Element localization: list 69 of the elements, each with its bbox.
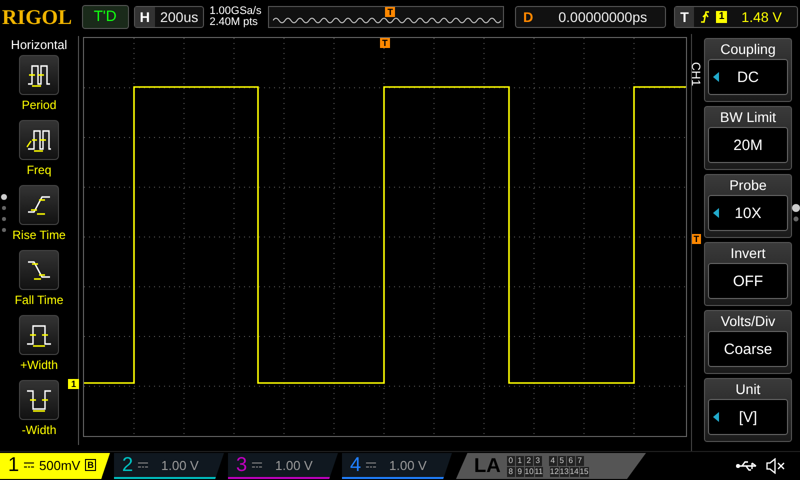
speaker-muted-icon <box>766 458 786 474</box>
trigger-source-badge: 1 <box>716 11 728 23</box>
menu-value: 20M <box>708 127 788 163</box>
run-status: T'D <box>82 5 129 29</box>
measure-button[interactable] <box>19 250 60 290</box>
menu-value: DC <box>708 59 788 95</box>
digital-channel-label: 11 <box>534 466 543 476</box>
measure-button[interactable] <box>19 55 60 95</box>
trigger-display[interactable]: T 1 1.48 V <box>674 6 798 28</box>
menu-value: [V] <box>708 399 788 435</box>
digital-channel-label: 1 <box>516 456 524 466</box>
measure-button[interactable] <box>19 120 60 160</box>
menu-softkey[interactable]: Coupling DC <box>704 38 792 102</box>
dc-coupling-icon <box>366 462 376 468</box>
digital-channel-label: 8 <box>506 466 515 476</box>
digital-channel-label: 2 <box>524 456 533 466</box>
digital-channel-label: 4 <box>548 456 557 466</box>
digital-channel-label: 12 <box>550 466 559 476</box>
measure-button[interactable] <box>19 185 60 225</box>
menu-value: Coarse <box>708 331 788 367</box>
menu-softkey[interactable]: Invert OFF <box>704 242 792 306</box>
digital-channel-label: 7 <box>576 456 584 466</box>
delay-display[interactable]: D 0.00000000ps <box>515 6 666 28</box>
measure-label: Freq <box>26 163 52 177</box>
menu-softkey[interactable]: BW Limit 20M <box>704 106 792 170</box>
measure-label: Period <box>22 98 56 112</box>
rising-edge-icon <box>700 10 710 24</box>
digital-channel-label: 15 <box>580 466 589 476</box>
page-dots-icon <box>1 194 7 234</box>
channel-tab[interactable]: 4 1.00 V <box>342 453 452 479</box>
channel-tab[interactable]: 1 500mV B <box>0 453 110 479</box>
channel-offset-marker: 1 <box>68 379 80 389</box>
measure-label: Fall Time <box>14 293 64 307</box>
page-dots-icon <box>792 204 800 224</box>
channel-tab[interactable]: 2 1.00 V <box>114 453 224 479</box>
menu-value: 10X <box>708 195 788 231</box>
channel-tab[interactable]: 3 1.00 V <box>228 453 338 479</box>
digital-channel-label: 10 <box>524 466 534 476</box>
dc-coupling-icon <box>138 462 148 468</box>
digital-channel-label: 0 <box>506 456 515 466</box>
digital-channel-label: 9 <box>516 466 524 476</box>
measure-button[interactable] <box>19 315 60 355</box>
measure-label: +Width <box>20 358 58 372</box>
digital-channel-label: 14 <box>570 466 579 476</box>
dc-coupling-icon <box>24 462 34 468</box>
memory-depth: 2.40M pts <box>209 17 259 28</box>
timebase-display[interactable]: H 200us <box>134 6 204 28</box>
menu-softkey[interactable]: Volts/Div Coarse <box>704 310 792 374</box>
menu-softkey[interactable]: Unit [V] <box>704 378 792 442</box>
digital-channel-label: 3 <box>534 456 542 466</box>
digital-channel-label: 5 <box>558 456 566 466</box>
dc-coupling-icon <box>252 462 262 468</box>
menu-softkey[interactable]: Probe 10X <box>704 174 792 238</box>
digital-channel-label: 6 <box>566 456 575 466</box>
menu-value: OFF <box>708 263 788 299</box>
trigger-position-marker: T <box>385 7 395 17</box>
measure-label: -Width <box>22 423 56 437</box>
trigger-position-marker: T <box>380 38 390 48</box>
brand-logo: RIGOL <box>2 4 74 30</box>
bandwidth-limit-badge: B <box>85 459 96 471</box>
channel-label: CH1 <box>690 62 702 86</box>
waveform-preview-icon <box>273 16 504 25</box>
menu-title: Horizontal <box>10 38 68 52</box>
digital-channel-label: 13 <box>560 466 569 476</box>
sample-rate: 1.00GSa/s <box>209 6 262 17</box>
logic-analyzer-tab[interactable]: LA 0 1 2 3 4 5 6 7 8 9 1011 12131415 <box>456 453 646 479</box>
measure-button[interactable] <box>19 380 60 420</box>
measure-label: Rise Time <box>12 228 66 242</box>
usb-icon <box>736 460 758 472</box>
